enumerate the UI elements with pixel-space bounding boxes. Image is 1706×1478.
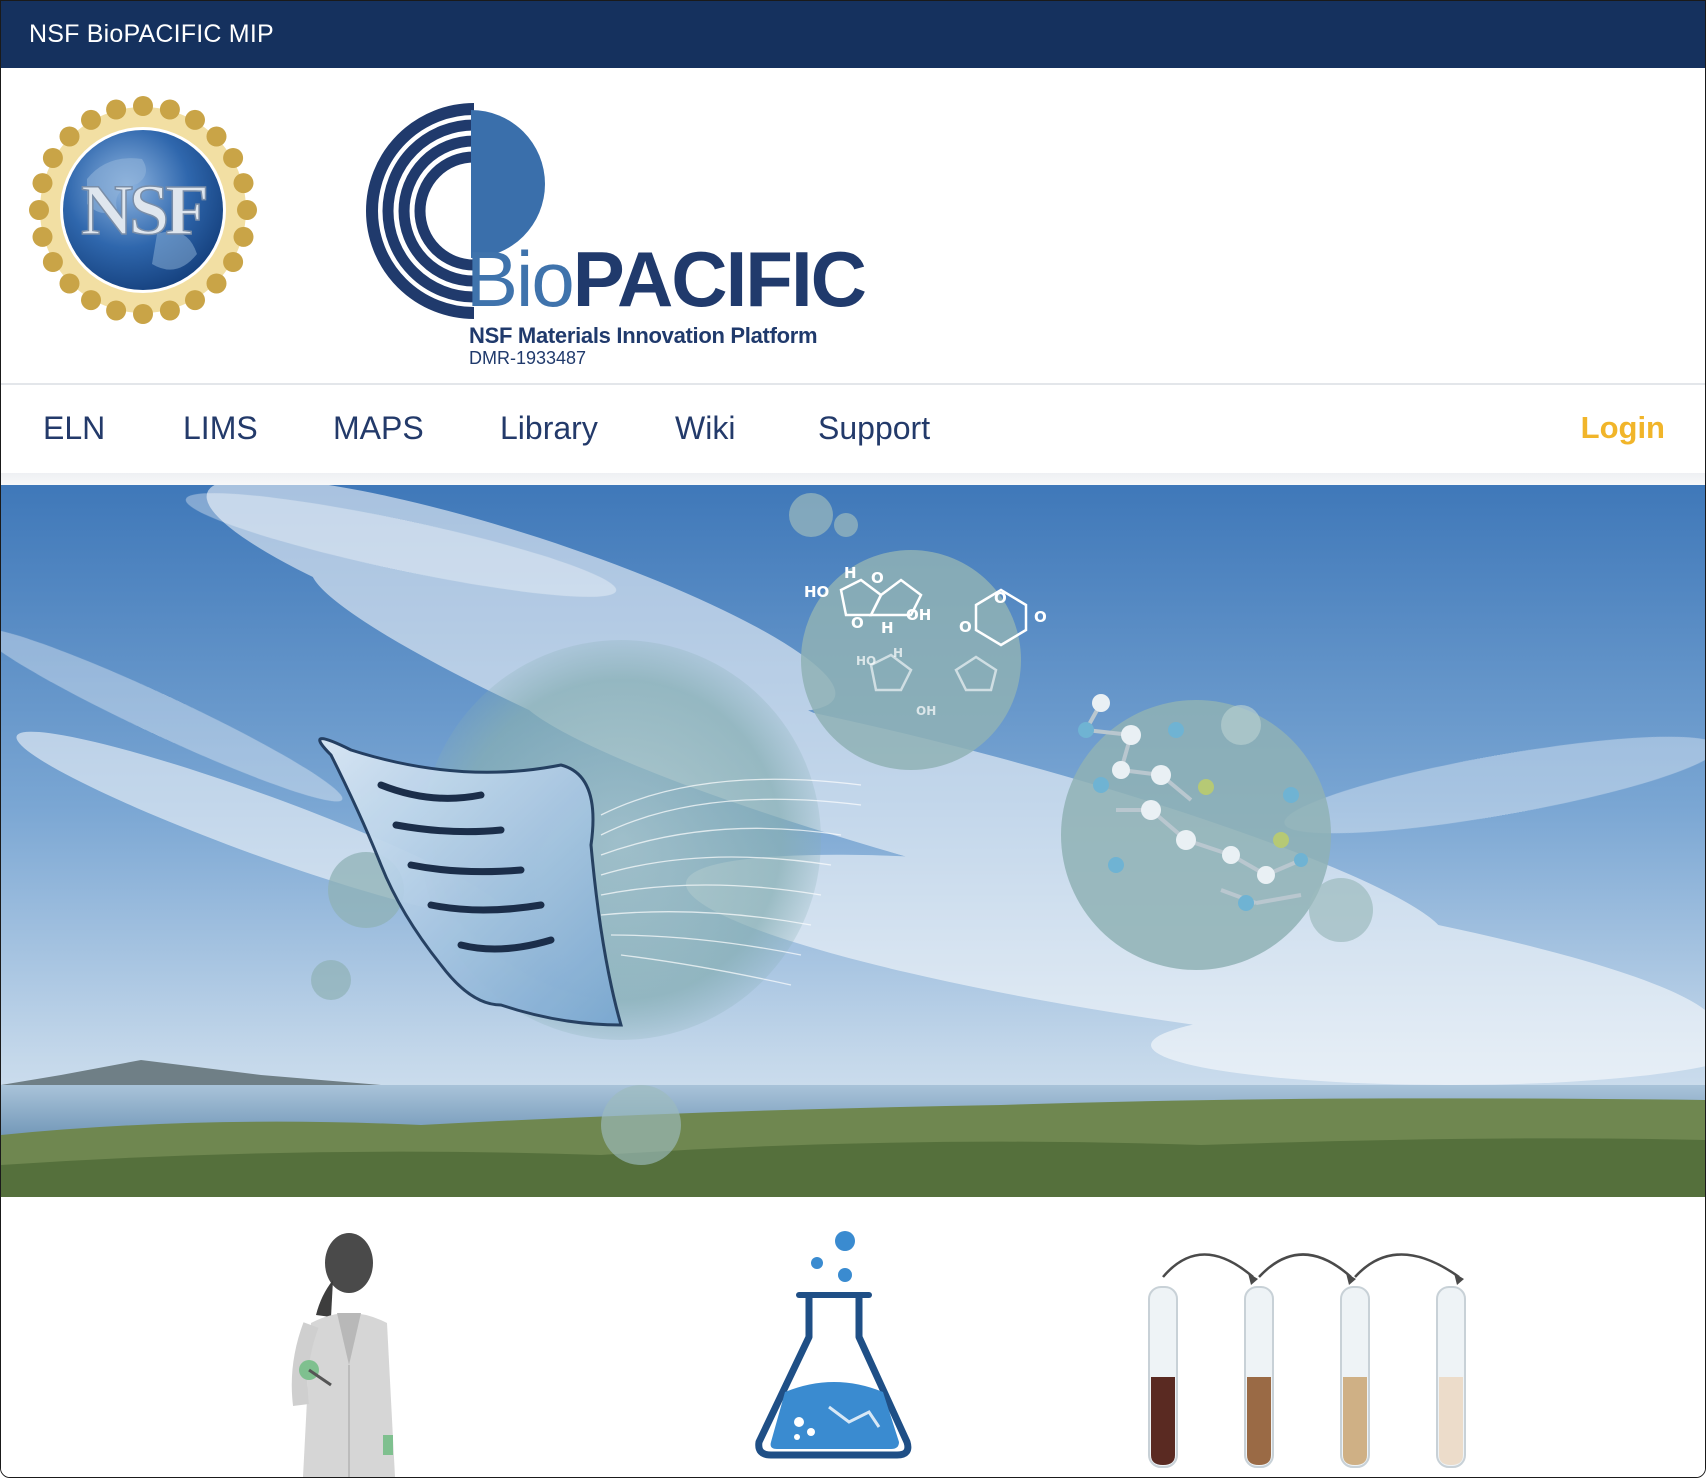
scientist-icon[interactable] xyxy=(271,1225,421,1477)
seal-ray xyxy=(106,99,127,120)
molecule-label: H xyxy=(881,619,894,637)
seal-ray xyxy=(185,109,205,130)
seal-ray xyxy=(29,200,49,220)
molecule-label: O xyxy=(851,614,864,632)
seal-ray xyxy=(223,252,244,272)
seal-ray xyxy=(32,173,53,194)
molecule-label: H xyxy=(893,646,903,660)
nav-item-eln[interactable]: ELN xyxy=(43,410,105,447)
header: NSF BioPACIFIC NSF Materials Innovation … xyxy=(1,68,1705,385)
molecule-label: OH xyxy=(916,704,936,718)
nav-item-support[interactable]: Support xyxy=(818,410,930,447)
seal-ray xyxy=(206,273,227,294)
seal-ray xyxy=(237,200,257,220)
seal-ray xyxy=(233,226,254,247)
seal-ray xyxy=(32,226,53,247)
seal-ray xyxy=(133,304,153,324)
seal-ray xyxy=(59,273,80,294)
seal-ray xyxy=(185,290,205,311)
nav-divider xyxy=(1,473,1705,485)
molecule-label: OH xyxy=(906,606,931,624)
flask-icon[interactable] xyxy=(749,1227,919,1467)
login-link[interactable]: Login xyxy=(1581,410,1665,446)
seal-ray xyxy=(106,300,127,321)
molecule-label: O xyxy=(871,569,884,587)
nav-item-lims[interactable]: LIMS xyxy=(183,410,258,447)
seal-ray xyxy=(223,148,244,168)
molecule-label: HO xyxy=(856,654,876,668)
seal-ray xyxy=(233,173,254,194)
main-nav: ELN LIMS MAPS Library Wiki Support Login xyxy=(1,385,1705,473)
nav-item-library[interactable]: Library xyxy=(500,410,598,447)
seal-ray xyxy=(159,300,180,321)
molecule-label: O xyxy=(994,589,1007,607)
biopacific-wordmark: BioPACIFIC xyxy=(466,235,867,323)
nsf-logo-text: NSF xyxy=(81,170,206,250)
platform-subtitle: NSF Materials Innovation Platform xyxy=(469,323,818,348)
seal-ray xyxy=(133,96,153,116)
grant-number: DMR-1933487 xyxy=(469,348,587,368)
nsf-logo[interactable]: NSF xyxy=(17,84,269,336)
molecule-label: H xyxy=(844,564,857,582)
seal-ray xyxy=(59,126,80,147)
nav-item-maps[interactable]: MAPS xyxy=(333,410,424,447)
molecule-label: HO xyxy=(804,583,829,601)
molecule-label: O xyxy=(1034,608,1047,626)
seal-ray xyxy=(206,126,227,147)
seal-ray xyxy=(81,290,101,311)
hero-banner-image: HO H O OH H O O O O HO H OH xyxy=(1,485,1705,1197)
seal-ray xyxy=(42,148,63,168)
test-tubes-icon[interactable] xyxy=(1141,1237,1481,1472)
seal-ray xyxy=(42,252,63,272)
seal-ray xyxy=(81,109,101,130)
feature-icons xyxy=(1,1197,1705,1477)
site-title[interactable]: NSF BioPACIFIC MIP xyxy=(29,20,274,49)
nav-item-wiki[interactable]: Wiki xyxy=(675,410,735,447)
top-bar: NSF BioPACIFIC MIP xyxy=(1,1,1705,68)
page: NSF BioPACIFIC MIP NSF BioPACIFIC NSF Ma… xyxy=(0,0,1706,1478)
seal-ray xyxy=(159,99,180,120)
molecule-label: O xyxy=(959,618,972,636)
